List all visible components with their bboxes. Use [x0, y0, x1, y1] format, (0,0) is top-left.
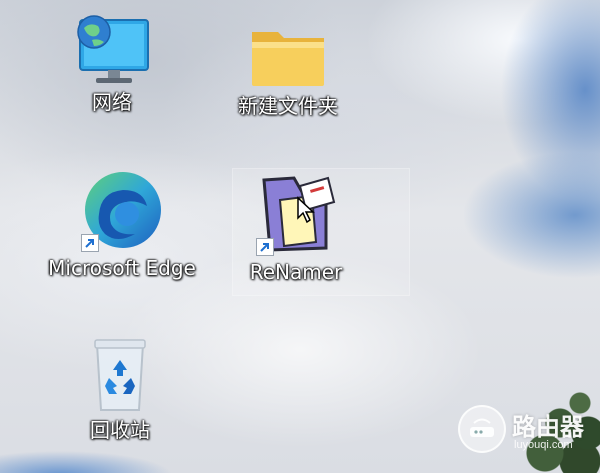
shortcut-arrow-icon: [256, 238, 274, 256]
renamer-icon: [254, 172, 338, 256]
desktop-icon-label: Microsoft Edge: [48, 256, 196, 280]
desktop-icon-label: ReNamer: [249, 260, 343, 284]
desktop-icon-new-folder[interactable]: 新建文件夹: [220, 24, 356, 118]
shortcut-arrow-icon: [81, 234, 99, 252]
desktop-icon-renamer[interactable]: ReNamer: [240, 172, 352, 284]
sky-patch: [0, 445, 180, 473]
desktop-icon-network[interactable]: 网络: [62, 14, 162, 114]
watermark-logo-icon: [458, 405, 506, 453]
folder-icon: [248, 24, 328, 90]
watermark: 路由器 luyouqi.com: [458, 405, 598, 461]
watermark-subtext: luyouqi.com: [514, 439, 573, 451]
network-icon: [70, 14, 154, 86]
desktop-background: 网络 新建文件夹 Microsoft Edge ReNamer 回收站 路由器 …: [0, 0, 600, 473]
desktop-icon-recycle-bin[interactable]: 回收站: [70, 336, 170, 442]
desktop-icon-label: 回收站: [90, 418, 150, 442]
edge-icon: [77, 170, 167, 252]
desktop-icon-edge[interactable]: Microsoft Edge: [36, 170, 208, 280]
recycle-bin-icon: [89, 336, 151, 414]
desktop-icon-label: 网络: [92, 90, 132, 114]
watermark-text: 路由器: [512, 413, 584, 441]
desktop-icon-label: 新建文件夹: [238, 94, 338, 118]
